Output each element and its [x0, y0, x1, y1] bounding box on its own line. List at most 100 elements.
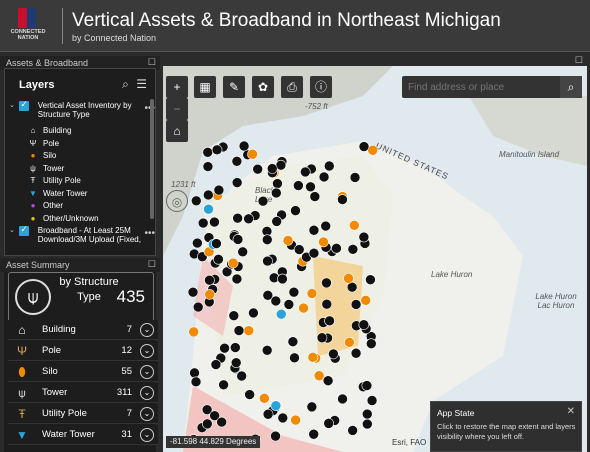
summary-row-value: 7	[126, 408, 132, 419]
chevron-down-icon[interactable]: ⌄	[140, 386, 154, 400]
asset-marker	[337, 393, 348, 405]
coordinate-readout: -81.598 44.829 Degrees	[166, 436, 261, 448]
asset-marker	[306, 401, 318, 413]
chevron-down-icon[interactable]: ⌄	[140, 428, 154, 442]
map-view[interactable]: UNITED STATES Lake Huron Lake Huron Lac …	[163, 56, 587, 452]
asset-marker	[323, 160, 335, 172]
summary-row: ⌂ Building 7 ⌄	[8, 320, 158, 340]
yellow-dot-icon: ●	[30, 213, 36, 223]
filter-list-icon[interactable]: ☰	[136, 77, 147, 91]
asset-marker	[293, 180, 304, 191]
asset-marker	[261, 344, 273, 356]
scrollbar[interactable]	[150, 99, 154, 219]
asset-marker	[323, 418, 334, 429]
asset-marker	[277, 412, 289, 424]
asset-marker	[270, 295, 282, 307]
info-icon[interactable]: ⓘ	[310, 76, 332, 98]
asset-marker	[262, 255, 273, 267]
asset-marker	[228, 310, 240, 321]
tower-icon: ⍦	[15, 279, 51, 315]
layers-tools: ⌕ ☰	[122, 77, 147, 92]
summary-row-label: Water Tower	[42, 429, 95, 440]
chevron-down-icon[interactable]: ⌄	[9, 102, 15, 109]
layer-label: Vertical Asset Inventory by Structure Ty…	[37, 101, 132, 119]
asset-marker	[203, 203, 214, 215]
print-icon[interactable]: ⎙	[281, 76, 303, 98]
asset-marker	[290, 414, 301, 426]
asset-marker	[232, 234, 244, 245]
connected-nation-logo: CONNECTED NATION	[6, 8, 50, 44]
asset-marker	[289, 352, 300, 364]
chevron-down-icon[interactable]: ⌄	[9, 227, 15, 234]
search-box[interactable]: ⌕	[402, 76, 582, 98]
legend-label: Other/Unknown	[43, 213, 99, 223]
layer-broadband[interactable]: ⌄ Broadband - At Least 25M Download/3M U…	[9, 224, 155, 253]
search-icon[interactable]: ⌕	[560, 76, 582, 98]
chevron-down-icon[interactable]: ⌄	[140, 407, 154, 421]
asset-marker	[190, 195, 202, 207]
home-icon[interactable]: ⌂	[166, 120, 188, 142]
summary-row-label: Pole	[42, 345, 62, 356]
app-state-popup[interactable]: App State ✕ Click to restore the map ext…	[430, 401, 582, 452]
asset-marker	[361, 408, 373, 420]
summary-row: ⬮ Silo 55 ⌄	[8, 362, 158, 382]
tower-icon: ⍦	[18, 386, 26, 400]
maximize-icon[interactable]: ☐	[148, 57, 156, 68]
search-icon[interactable]: ⌕	[122, 77, 129, 91]
layer-label: Broadband - At Least 25M Download/3M Upl…	[37, 226, 141, 244]
maximize-icon[interactable]: ☐	[575, 55, 583, 66]
layer-checkbox[interactable]	[19, 99, 30, 111]
legend-item: Ψ Pole	[27, 138, 147, 151]
asset-marker	[320, 220, 332, 232]
chevron-down-icon[interactable]: ⌄	[140, 323, 154, 337]
asset-markers	[187, 140, 379, 445]
basemap-gallery-icon[interactable]: ▦	[194, 76, 216, 98]
layer-checkbox[interactable]	[19, 224, 30, 236]
app-state-description: Click to restore the map extent and laye…	[437, 422, 576, 441]
summary-total-value: 435	[116, 287, 145, 306]
asset-marker	[230, 357, 242, 369]
summary-row-value: 311	[116, 387, 132, 398]
asset-marker	[282, 235, 294, 246]
asset-marker	[188, 326, 199, 338]
layer-vertical-assets[interactable]: ⌄ Vertical Asset Inventory by Structure …	[9, 99, 155, 119]
silo-icon: ⬮	[18, 365, 26, 379]
search-input[interactable]	[408, 80, 558, 94]
asset-marker	[248, 307, 259, 319]
water-tower-icon: ▼	[16, 428, 28, 442]
asset-marker	[213, 254, 224, 265]
asset-marker	[261, 234, 273, 246]
page-subtitle: by Connected Nation	[72, 33, 157, 43]
asset-marker	[308, 428, 319, 440]
asset-marker	[233, 325, 245, 336]
more-options-icon[interactable]: •••	[144, 228, 155, 239]
asset-marker	[190, 376, 202, 388]
palette-icon[interactable]: ✿	[252, 76, 274, 98]
asset-marker	[309, 191, 321, 202]
zoom-out-button[interactable]: −	[166, 98, 188, 120]
asset-marker	[366, 395, 378, 406]
chevron-down-icon[interactable]: ⌄	[140, 365, 154, 379]
silo-icon: ●	[30, 151, 36, 160]
asset-marker	[204, 274, 215, 286]
asset-marker	[213, 184, 225, 196]
asset-marker	[244, 389, 255, 400]
chevron-down-icon[interactable]: ⌄	[140, 344, 154, 358]
asset-marker	[231, 177, 243, 188]
attribution: Esri, FAO	[392, 438, 427, 447]
summary-row: ⍦ Tower 311 ⌄	[8, 383, 158, 403]
asset-marker	[236, 370, 247, 382]
maximize-icon[interactable]: ☐	[148, 259, 156, 270]
asset-marker	[275, 308, 287, 320]
draw-icon[interactable]: ✎	[223, 76, 245, 98]
asset-marker	[287, 336, 299, 347]
zoom-in-button[interactable]: +	[166, 76, 188, 98]
app-header: CONNECTED NATION Vertical Assets & Broad…	[0, 0, 590, 52]
summary-row-label: Building	[42, 324, 76, 335]
close-icon[interactable]: ✕	[567, 406, 575, 417]
locate-icon[interactable]: ◎	[166, 190, 188, 212]
asset-marker	[283, 299, 295, 310]
asset-marker	[203, 189, 214, 201]
asset-marker	[187, 286, 199, 298]
asset-marker	[230, 342, 241, 353]
